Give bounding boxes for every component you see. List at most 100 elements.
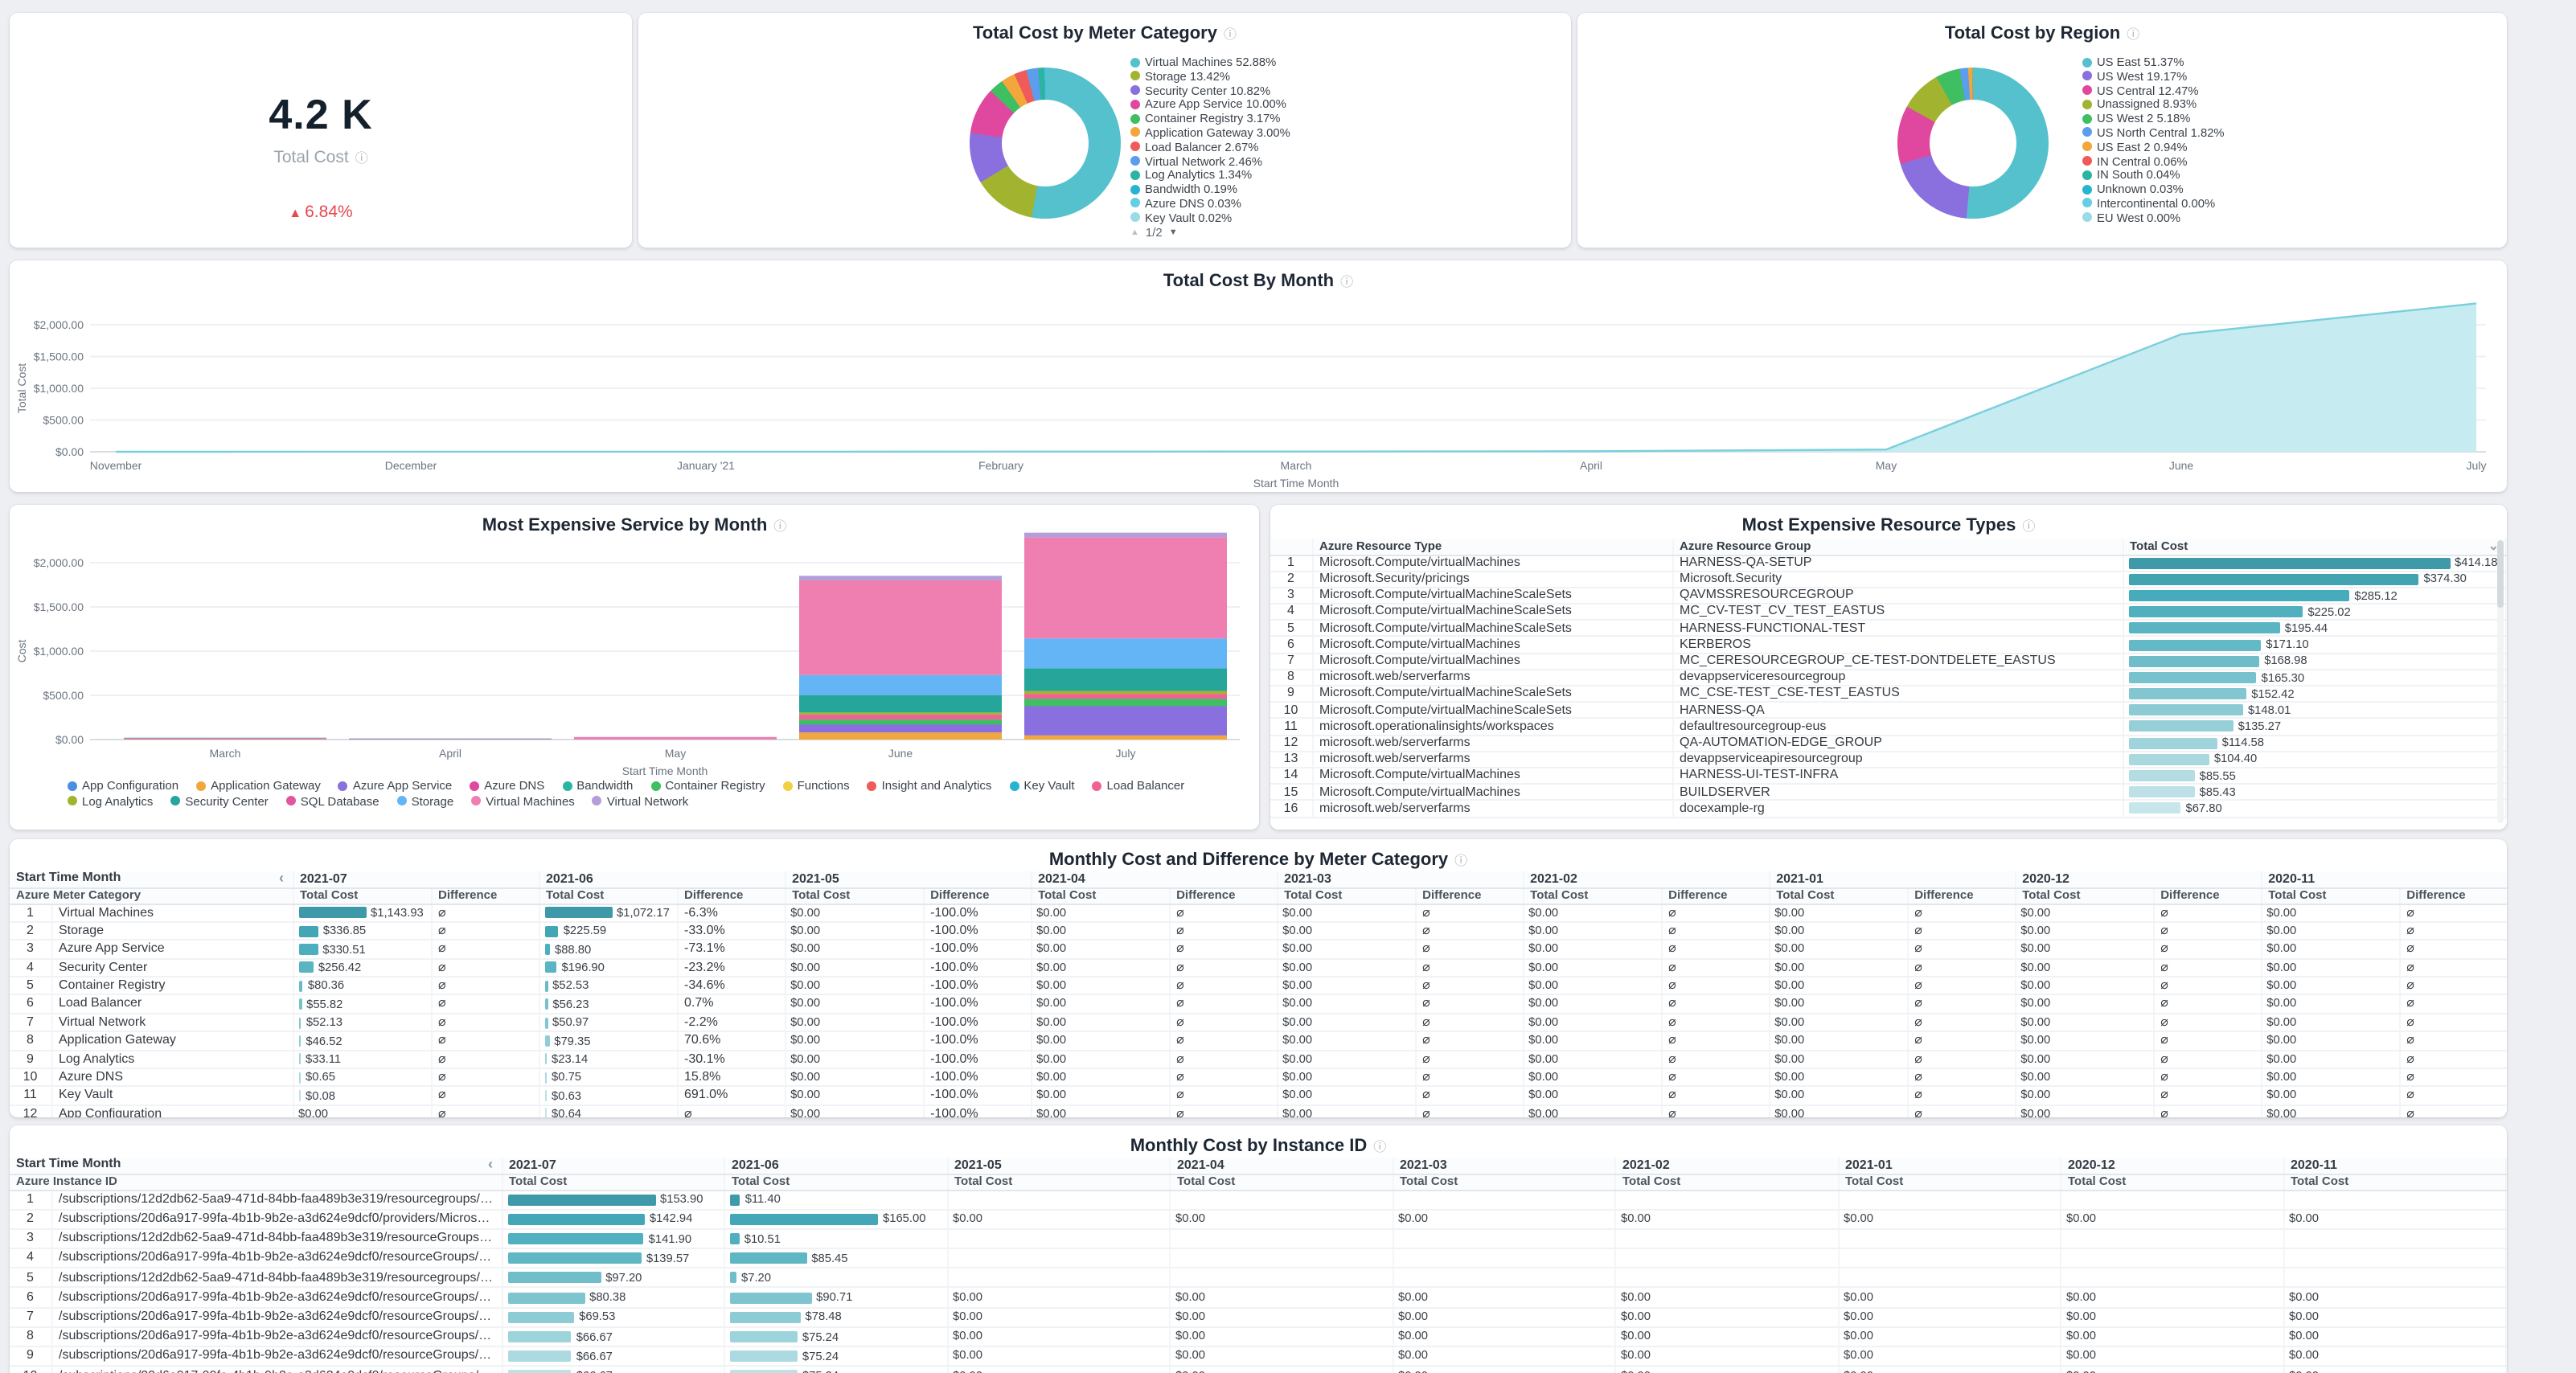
subcol-difference[interactable]: Difference xyxy=(2399,887,2507,904)
column-header[interactable]: Azure Resource Type xyxy=(1312,539,1672,555)
subcol-total-cost[interactable]: Total Cost xyxy=(1031,887,1169,904)
table-row[interactable]: 1/subscriptions/12d2db62-5aa9-471d-84bb-… xyxy=(10,1190,2506,1209)
legend-item[interactable]: Functions xyxy=(783,780,850,791)
bar-segment[interactable] xyxy=(1024,699,1227,706)
table-row[interactable]: 10/subscriptions/20d6a917-99fa-4b1b-9b2e… xyxy=(10,1366,2506,1373)
subcol-total-cost[interactable]: Total Cost xyxy=(785,887,923,904)
bar-segment[interactable] xyxy=(124,738,326,739)
bar-segment[interactable] xyxy=(799,580,1002,675)
legend-item[interactable]: Security Center 10.82% xyxy=(1130,84,1290,96)
table-row[interactable]: 7/subscriptions/20d6a917-99fa-4b1b-9b2e-… xyxy=(10,1307,2506,1326)
subcol-total-cost[interactable]: Total Cost xyxy=(2283,1174,2506,1190)
legend-item[interactable]: Unassigned 8.93% xyxy=(2082,99,2225,110)
subcol-total-cost[interactable]: Total Cost xyxy=(539,887,677,904)
legend-item[interactable]: Storage xyxy=(397,795,454,806)
table-row[interactable]: 11Key Vault$0.08⌀$0.63691.0%$0.00-100.0%… xyxy=(10,1087,2507,1105)
legend-item[interactable]: IN South 0.04% xyxy=(2082,170,2225,181)
table-row[interactable]: 1Microsoft.Compute/virtualMachinesHARNES… xyxy=(1270,555,2506,571)
legend-item[interactable]: Azure App Service xyxy=(338,780,452,791)
subcol-total-cost[interactable]: Total Cost xyxy=(2015,887,2153,904)
legend-item[interactable]: EU West 0.00% xyxy=(2082,212,2225,223)
table-row[interactable]: 15Microsoft.Compute/virtualMachinesBUILD… xyxy=(1270,784,2506,800)
table-row[interactable]: 2Microsoft.Security/pricingsMicrosoft.Se… xyxy=(1270,571,2506,587)
scroll-left-icon[interactable]: ‹ xyxy=(488,1158,493,1173)
month-header[interactable]: 2020-12 xyxy=(2061,1158,2283,1174)
month-header[interactable]: 2021-07 xyxy=(502,1158,724,1174)
month-header[interactable]: 2021-04 xyxy=(1031,871,1277,887)
info-icon[interactable]: ⓘ xyxy=(2022,519,2035,534)
month-header[interactable]: 2020-12 xyxy=(2015,871,2261,887)
bar-segment[interactable] xyxy=(574,737,777,740)
bar-segment[interactable] xyxy=(799,576,1002,580)
table-row[interactable]: 3/subscriptions/12d2db62-5aa9-471d-84bb-… xyxy=(10,1229,2506,1248)
month-header[interactable]: 2021-01 xyxy=(1769,871,2015,887)
legend-item[interactable]: SQL Database xyxy=(286,795,379,806)
legend-item[interactable]: Container Registry xyxy=(650,780,765,791)
legend-item[interactable]: Load Balancer 2.67% xyxy=(1130,141,1290,153)
table-row[interactable]: 7Microsoft.Compute/virtualMachinesMC_CER… xyxy=(1270,653,2506,669)
meter-donut-chart[interactable] xyxy=(970,68,1121,219)
table-row[interactable]: 6Microsoft.Compute/virtualMachinesKERBER… xyxy=(1270,637,2506,653)
table-row[interactable]: 9/subscriptions/20d6a917-99fa-4b1b-9b2e-… xyxy=(10,1346,2506,1366)
info-icon[interactable]: ⓘ xyxy=(1340,275,1353,289)
table-row[interactable]: 12App Configuration$0.00⌀$0.64⌀$0.00-100… xyxy=(10,1105,2507,1117)
info-icon[interactable]: ⓘ xyxy=(773,519,786,534)
info-icon[interactable]: ⓘ xyxy=(355,151,368,166)
table-row[interactable]: 5/subscriptions/12d2db62-5aa9-471d-84bb-… xyxy=(10,1268,2506,1288)
month-header[interactable]: 2021-01 xyxy=(1838,1158,2061,1174)
month-header[interactable]: 2021-02 xyxy=(1615,1158,1838,1174)
scrollbar[interactable] xyxy=(2497,540,2504,823)
legend-item[interactable]: Key Vault 0.02% xyxy=(1130,212,1290,223)
month-header[interactable]: 2020-11 xyxy=(2261,871,2507,887)
subcol-total-cost[interactable]: Total Cost xyxy=(1523,887,1661,904)
month-header[interactable]: 2021-02 xyxy=(1523,871,1769,887)
table-row[interactable]: 12microsoft.web/serverfarmsQA-AUTOMATION… xyxy=(1270,735,2506,751)
table-row[interactable]: 5Container Registry$80.36⌀$52.53-34.6%$0… xyxy=(10,977,2507,995)
month-header[interactable]: 2021-06 xyxy=(724,1158,947,1174)
legend-item[interactable]: Storage 13.42% xyxy=(1130,71,1290,82)
subcol-difference[interactable]: Difference xyxy=(1169,887,1277,904)
subcol-difference[interactable]: Difference xyxy=(2153,887,2261,904)
subcol-total-cost[interactable]: Total Cost xyxy=(1170,1174,1393,1190)
info-icon[interactable]: ⓘ xyxy=(2127,27,2139,42)
legend-item[interactable]: US East 2 0.94% xyxy=(2082,141,2225,153)
legend-item[interactable]: US North Central 1.82% xyxy=(2082,127,2225,138)
legend-item[interactable]: Log Analytics 1.34% xyxy=(1130,170,1290,181)
legend-item[interactable]: IN Central 0.06% xyxy=(2082,155,2225,166)
legend-item[interactable]: US West 2 5.18% xyxy=(2082,113,2225,124)
table-row[interactable]: 10Microsoft.Compute/virtualMachineScaleS… xyxy=(1270,702,2506,718)
bar-segment[interactable] xyxy=(799,712,1002,715)
legend-item[interactable]: Azure DNS 0.03% xyxy=(1130,198,1290,209)
subcol-total-cost[interactable]: Total Cost xyxy=(1615,1174,1838,1190)
bar-segment[interactable] xyxy=(799,719,1002,724)
table-row[interactable]: 5Microsoft.Compute/virtualMachineScaleSe… xyxy=(1270,621,2506,637)
subcol-total-cost[interactable]: Total Cost xyxy=(502,1174,724,1190)
subcol-difference[interactable]: Difference xyxy=(1415,887,1523,904)
table-row[interactable]: 16microsoft.web/serverfarmsdocexample-rg… xyxy=(1270,801,2506,817)
table-row[interactable]: 13microsoft.web/serverfarmsdevappservice… xyxy=(1270,752,2506,768)
table-row[interactable]: 9Log Analytics$33.11⌀$23.14-30.1%$0.00-1… xyxy=(10,1050,2507,1068)
legend-item[interactable]: Virtual Network 2.46% xyxy=(1130,155,1290,166)
subcol-total-cost[interactable]: Total Cost xyxy=(1838,1174,2061,1190)
legend-item[interactable]: Key Vault xyxy=(1009,780,1074,791)
scrollbar-thumb[interactable] xyxy=(2497,540,2504,608)
legend-item[interactable]: Insight and Analytics xyxy=(868,780,992,791)
table-row[interactable]: 3Microsoft.Compute/virtualMachineScaleSe… xyxy=(1270,588,2506,604)
month-header[interactable]: 2021-05 xyxy=(947,1158,1170,1174)
table-row[interactable]: 8/subscriptions/20d6a917-99fa-4b1b-9b2e-… xyxy=(10,1327,2506,1346)
bar-segment[interactable] xyxy=(1024,537,1227,638)
month-header[interactable]: 2020-11 xyxy=(2283,1158,2506,1174)
info-icon[interactable]: ⓘ xyxy=(1373,1140,1386,1154)
table-row[interactable]: 6Load Balancer$55.82⌀$56.230.7%$0.00-100… xyxy=(10,995,2507,1014)
legend-item[interactable]: Unknown 0.03% xyxy=(2082,183,2225,195)
legend-pager[interactable]: ▲1/2▼ xyxy=(1130,225,1178,240)
table-row[interactable]: 6/subscriptions/20d6a917-99fa-4b1b-9b2e-… xyxy=(10,1288,2506,1307)
table-row[interactable]: 2Storage$336.85⌀$225.59-33.0%$0.00-100.0… xyxy=(10,922,2507,941)
legend-item[interactable]: US West 19.17% xyxy=(2082,71,2225,82)
bar-segment[interactable] xyxy=(1024,691,1227,694)
month-header[interactable]: 2021-03 xyxy=(1277,871,1523,887)
subcol-total-cost[interactable]: Total Cost xyxy=(2261,887,2399,904)
pager-up-icon[interactable]: ▲ xyxy=(1130,227,1139,237)
bar-segment[interactable] xyxy=(799,695,1002,713)
table-row[interactable]: 8Application Gateway$46.52⌀$79.3570.6%$0… xyxy=(10,1031,2507,1050)
